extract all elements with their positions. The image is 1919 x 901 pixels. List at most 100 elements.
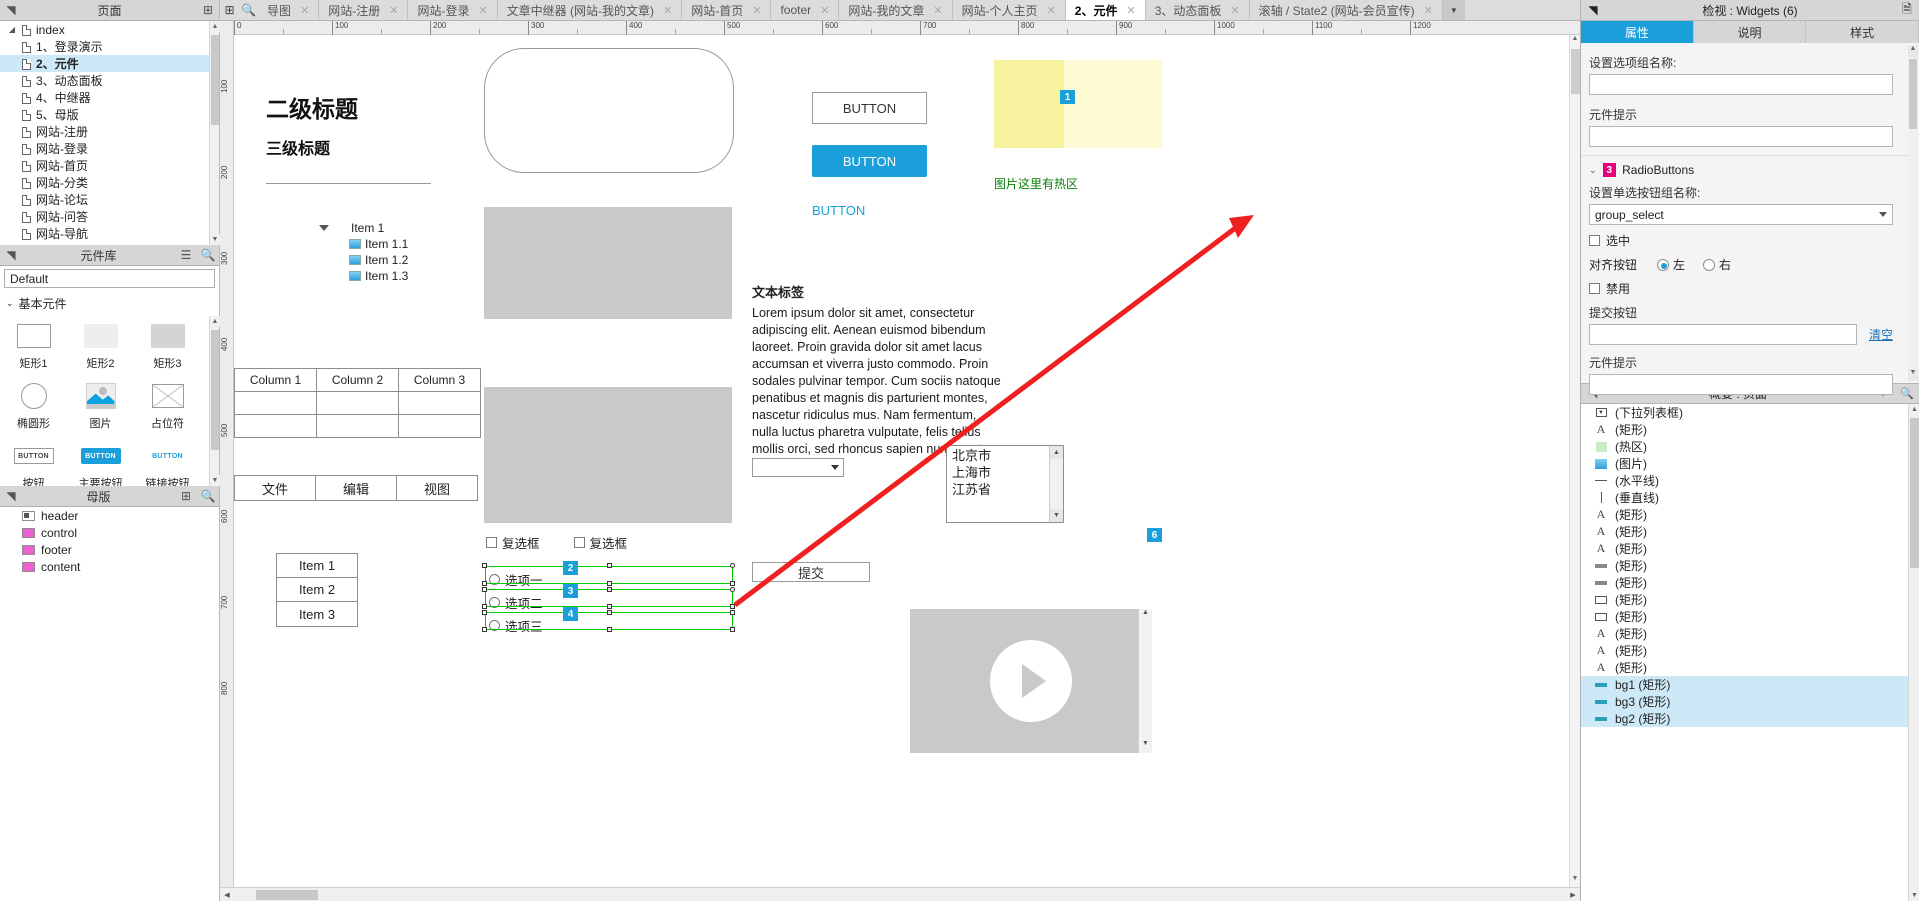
close-icon[interactable]: ✕ <box>663 4 672 17</box>
tab-homepage[interactable]: 网站-首页 ✕ <box>682 0 772 20</box>
listbox-item[interactable]: Item 2 <box>277 578 357 602</box>
table-header-cell[interactable]: Column 1 <box>234 368 317 392</box>
resize-handle[interactable] <box>482 563 487 568</box>
primary-button[interactable]: BUTTON <box>812 145 927 177</box>
chevron-down-icon[interactable]: ⌄ <box>1589 165 1597 176</box>
chevron-down-icon[interactable]: ⌄ <box>6 298 14 309</box>
tab-article-repeater[interactable]: 文章中继器 (网站-我的文章) ✕ <box>497 0 683 20</box>
scroll-up-icon[interactable]: ▲ <box>210 21 220 32</box>
new-tab-icon[interactable]: ⊞ <box>220 0 239 20</box>
close-icon[interactable]: ✕ <box>300 4 309 17</box>
heading-level2[interactable]: 二级标题 <box>266 90 358 124</box>
tree-widget-row[interactable]: Item 1.1 <box>319 236 408 252</box>
outline-item-vline[interactable]: (垂直线) <box>1581 489 1908 506</box>
listbox-item[interactable]: Item 1 <box>277 554 357 578</box>
outline-item-bg3[interactable]: bg3 (矩形) <box>1581 693 1908 710</box>
hotspot-region[interactable] <box>994 60 1064 148</box>
outline-item-rect-1[interactable]: (矩形) <box>1581 591 1908 608</box>
tree-widget-row[interactable]: Item 1.3 <box>319 268 408 284</box>
outline-item-rect-2[interactable]: (矩形) <box>1581 608 1908 625</box>
scroll-up-icon[interactable]: ▲ <box>1050 446 1063 459</box>
text-label-title[interactable]: 文本标签 <box>752 282 804 301</box>
tree-widget-row[interactable]: Item 1 <box>319 220 408 236</box>
outline-item-bg2[interactable]: bg2 (矩形) <box>1581 710 1908 727</box>
tree-item-11[interactable]: 网站-问答 <box>0 208 209 225</box>
tab-style[interactable]: 样式 <box>1806 21 1919 43</box>
align-right-option[interactable]: 右 <box>1703 256 1731 273</box>
library-scrollbar[interactable]: ▲ ▼ <box>209 316 220 486</box>
tree-item-9[interactable]: 网站-分类 <box>0 174 209 191</box>
chevron-down-icon[interactable]: ▼ <box>1442 0 1465 20</box>
add-page-icon[interactable]: ⊞ <box>197 3 219 17</box>
design-canvas[interactable]: 二级标题 三级标题 Item 1 Item 1.1 Item 1.2 Item … <box>234 35 1580 887</box>
note-icon[interactable]: 🗎 <box>1895 0 1919 21</box>
tab-properties[interactable]: 属性 <box>1581 21 1694 43</box>
listbox-item[interactable]: Item 3 <box>277 602 357 626</box>
listbox-option[interactable]: 北京市 <box>947 446 1063 463</box>
link-button[interactable]: BUTTON <box>812 203 865 218</box>
outline-item-rect-text-5[interactable]: A (矩形) <box>1581 625 1908 642</box>
outline-item-rect-text-4[interactable]: A (矩形) <box>1581 540 1908 557</box>
outline-item-image[interactable]: (图片) <box>1581 455 1908 472</box>
library-item-ellipse[interactable]: 椭圆形 <box>0 378 67 431</box>
checkbox-icon[interactable] <box>1589 283 1600 294</box>
submit-button-input[interactable] <box>1589 324 1857 345</box>
close-icon[interactable]: ✕ <box>1230 4 1239 17</box>
radio-group-name-input[interactable]: group_select <box>1589 204 1893 225</box>
collapse-icon[interactable]: ◥ <box>0 489 22 503</box>
checkbox-2[interactable]: 复选框 <box>573 533 627 552</box>
radiobuttons-section-header[interactable]: ⌄ 3 RadioButtons <box>1589 156 1911 179</box>
tab-dynamic-panel[interactable]: 3、动态面板 ✕ <box>1145 0 1250 20</box>
close-icon[interactable]: ✕ <box>389 4 398 17</box>
listbox-scrollbar[interactable]: ▲ ▼ <box>1049 446 1063 522</box>
table-cell[interactable] <box>234 391 317 415</box>
library-group-basic[interactable]: ⌄ 基本元件 <box>0 291 219 316</box>
image-placeholder-1[interactable] <box>484 207 732 319</box>
paragraph-text[interactable]: Lorem ipsum dolor sit amet, consectetur … <box>752 305 1002 458</box>
radio-group-widget[interactable]: 选项一 选项二 选项三 2 3 4 <box>482 561 735 635</box>
menu-item-edit[interactable]: 编辑 <box>315 475 397 501</box>
resize-handle[interactable] <box>607 563 612 568</box>
table-header-cell[interactable]: Column 2 <box>316 368 399 392</box>
close-icon[interactable]: ✕ <box>478 4 487 17</box>
scroll-down-icon[interactable]: ▼ <box>1050 509 1063 522</box>
hotspot-image[interactable] <box>994 60 1162 148</box>
scroll-down-icon[interactable]: ▼ <box>1909 890 1919 901</box>
scroll-up-icon[interactable]: ▲ <box>1139 609 1152 622</box>
tree-item-5[interactable]: 5、母版 <box>0 106 209 123</box>
submit-button[interactable]: 提交 <box>752 562 870 582</box>
tab-daotu[interactable]: 导图 ✕ <box>258 0 320 20</box>
resize-handle[interactable] <box>730 627 735 632</box>
table-cell[interactable] <box>398 414 481 438</box>
scrollbar-thumb[interactable] <box>256 889 318 900</box>
search-icon[interactable]: 🔍 <box>197 489 219 503</box>
close-icon[interactable]: ✕ <box>1126 4 1135 17</box>
scroll-down-icon[interactable]: ▼ <box>1139 740 1152 753</box>
tab-register[interactable]: 网站-注册 ✕ <box>319 0 409 20</box>
rounded-rectangle-shape[interactable] <box>484 48 734 173</box>
outline-item-hotspot[interactable]: (热区) <box>1581 438 1908 455</box>
scroll-left-icon[interactable]: ◀ <box>220 891 234 899</box>
scroll-down-icon[interactable]: ▼ <box>1570 875 1580 887</box>
menu-bar-widget[interactable]: 文件 编辑 视图 <box>234 475 478 501</box>
close-icon[interactable]: ✕ <box>933 4 942 17</box>
master-item-footer[interactable]: footer <box>0 541 219 558</box>
align-left-option[interactable]: 左 <box>1657 256 1685 273</box>
scroll-down-icon[interactable]: ▼ <box>1908 369 1918 381</box>
expander-icon[interactable]: ◢ <box>6 25 18 34</box>
outline-item-dropdown[interactable]: ▼ (下拉列表框) <box>1581 404 1908 421</box>
resize-handle[interactable] <box>730 604 735 609</box>
table-cell[interactable] <box>316 414 399 438</box>
master-item-control[interactable]: control <box>0 524 219 541</box>
checked-row[interactable]: 选中 <box>1589 232 1911 249</box>
clear-link[interactable]: 清空 <box>1869 326 1893 343</box>
menu-item-view[interactable]: 视图 <box>396 475 478 501</box>
resize-handle[interactable] <box>482 587 487 592</box>
outline-item-rect-text-2[interactable]: A (矩形) <box>1581 506 1908 523</box>
tab-my-articles[interactable]: 网站-我的文章 ✕ <box>839 0 953 20</box>
tree-item-10[interactable]: 网站-论坛 <box>0 191 209 208</box>
library-item-link-button[interactable]: BUTTON 链接按钮 <box>134 438 201 491</box>
resize-handle[interactable] <box>607 627 612 632</box>
library-item-image[interactable]: 图片 <box>67 378 134 431</box>
master-item-content[interactable]: content <box>0 558 219 575</box>
